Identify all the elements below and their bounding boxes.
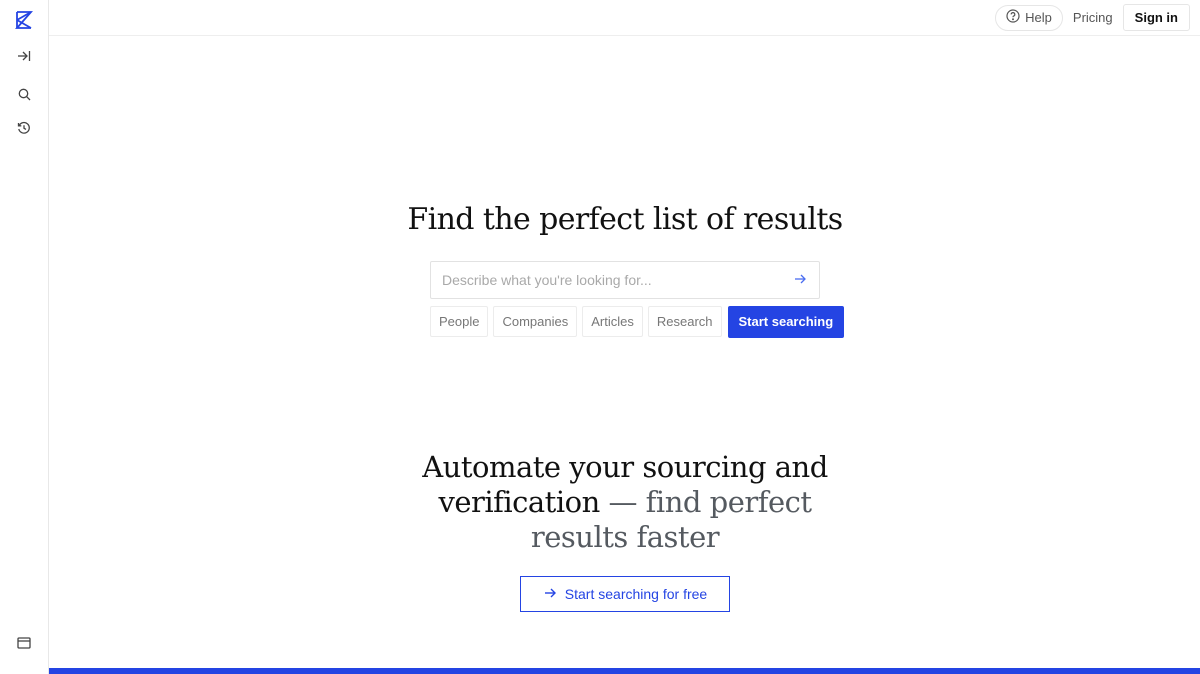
pricing-link[interactable]: Pricing (1067, 5, 1119, 31)
start-free-button[interactable]: Start searching for free (520, 576, 730, 612)
sourcing-headline: Automate your sourcing and verification … (0, 450, 1200, 555)
headline-line-1: Automate your sourcing and (422, 450, 828, 484)
chip-articles[interactable]: Articles (582, 306, 643, 337)
headline-line-3: results faster (530, 520, 720, 554)
help-label: Help (1025, 10, 1052, 25)
expand-sidebar-icon[interactable] (13, 45, 35, 67)
bottom-accent-bar (49, 668, 1200, 674)
headline-line-2-dark: verification (438, 485, 600, 519)
category-chips: People Companies Articles Research Start… (430, 306, 845, 338)
start-free-label: Start searching for free (564, 586, 708, 602)
hero-title: Find the perfect list of results (407, 202, 843, 237)
top-bar: Help Pricing Sign in (49, 0, 1200, 36)
chip-people[interactable]: People (430, 306, 489, 337)
start-searching-button[interactable]: Start searching (727, 306, 845, 338)
help-button[interactable]: Help (995, 4, 1063, 31)
exa-logo-icon[interactable] (13, 9, 35, 31)
top-actions: Help Pricing Sign in (995, 4, 1190, 31)
headline-line-2: verification — find perfect (0, 485, 1200, 520)
headline-line-2-muted: — find perfect (599, 485, 812, 519)
chip-companies[interactable]: Companies (493, 306, 578, 337)
help-icon (1006, 9, 1020, 26)
arrow-right-icon (543, 586, 557, 603)
submit-arrow-icon[interactable] (793, 272, 809, 288)
sign-in-button[interactable]: Sign in (1122, 4, 1190, 31)
panel-icon[interactable] (13, 632, 35, 654)
history-icon[interactable] (13, 117, 35, 139)
chip-research[interactable]: Research (647, 306, 722, 337)
sidebar (0, 0, 49, 674)
search-box (430, 261, 820, 299)
search-input[interactable] (431, 262, 781, 298)
search-icon[interactable] (13, 83, 35, 105)
